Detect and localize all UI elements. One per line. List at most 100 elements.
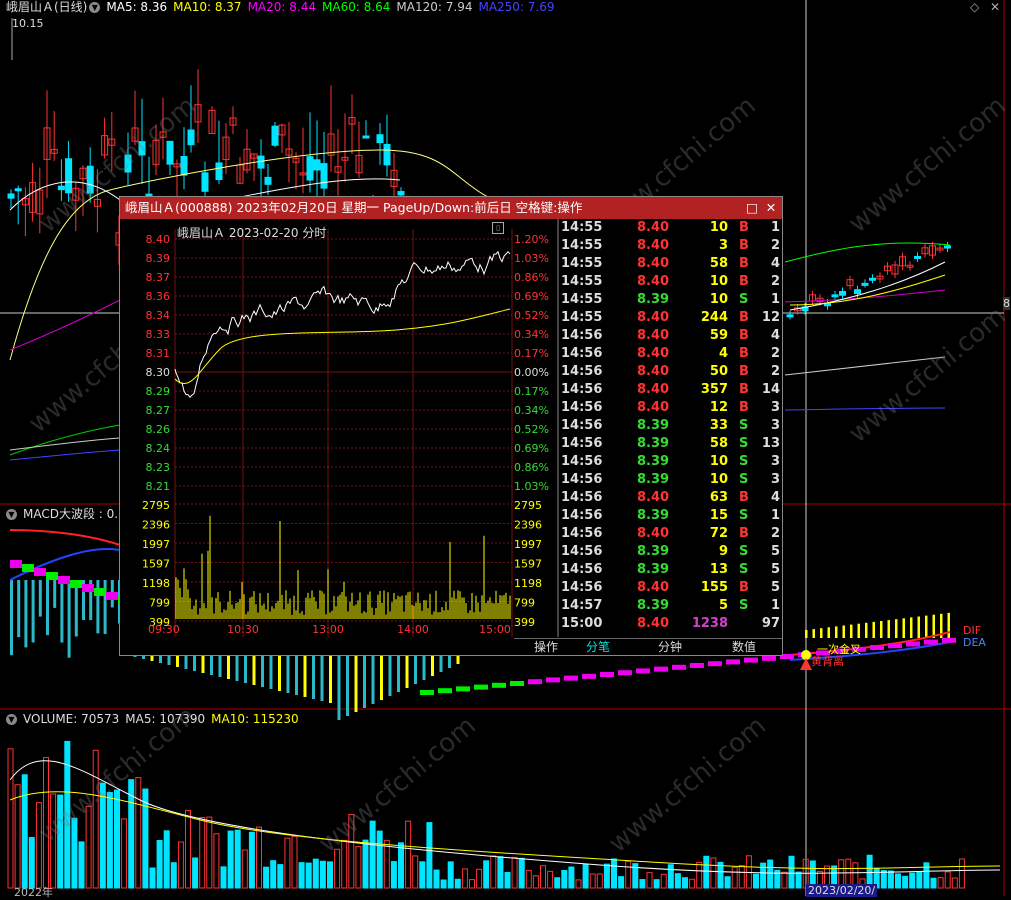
- tick-count: 3: [770, 400, 780, 415]
- volume-bar: [241, 849, 248, 889]
- diamond-icon[interactable]: ◇: [970, 0, 979, 14]
- tick-volume: 58: [709, 436, 728, 451]
- macd-step: [708, 661, 722, 667]
- tick-time: 14:56: [561, 436, 603, 451]
- tick-row: 14:56 8.40 63 B 4: [559, 489, 782, 507]
- tick-time: 14:56: [561, 580, 603, 595]
- volume-bar: [298, 862, 305, 889]
- volume-tick: 2396: [142, 519, 170, 532]
- volume-bar: [887, 870, 894, 889]
- tick-row: 14:55 8.40 58 B 4: [559, 255, 782, 273]
- tick-volume: 244: [700, 310, 728, 325]
- volume-bar: [149, 867, 156, 889]
- tick-volume: 10: [709, 454, 728, 469]
- close-icon[interactable]: ✕: [990, 0, 1000, 14]
- macd-bar: [857, 623, 860, 638]
- tick-time: 14:55: [561, 238, 603, 253]
- tick-direction: B: [739, 364, 749, 379]
- candle-body: [264, 176, 272, 185]
- macd-step: [600, 672, 614, 677]
- macd-bar: [38, 580, 42, 617]
- macd-step: [942, 637, 956, 643]
- macd-step: [492, 682, 506, 688]
- time-tick: 10:30: [227, 623, 259, 636]
- candle-body: [187, 129, 195, 146]
- price-tick: 8.36: [146, 290, 171, 303]
- tick-price: 8.39: [637, 436, 670, 451]
- volume-bar: [433, 869, 440, 889]
- macd-step: [762, 655, 776, 661]
- volume-bar: [937, 877, 944, 889]
- tick-count: 4: [770, 328, 780, 343]
- macd-bar: [24, 580, 28, 648]
- chevron-down-icon[interactable]: ▼: [6, 714, 17, 725]
- tab-values[interactable]: 数值: [712, 639, 776, 656]
- volume-bar: [589, 873, 596, 889]
- volume-bar: [540, 865, 546, 889]
- chevron-down-icon[interactable]: ▼: [6, 509, 17, 520]
- volume-bar: [781, 871, 788, 889]
- ma-line: [9, 424, 121, 456]
- macd-step: [420, 690, 434, 695]
- popup-title-bar[interactable]: 峨眉山Ａ(000888) 2023年02月20日 星期一 PageUp/Down…: [120, 197, 782, 219]
- macd-bar: [925, 615, 928, 638]
- volume-bar: [469, 879, 475, 889]
- macd-bar: [947, 612, 950, 638]
- volume-bar: [156, 839, 163, 889]
- macd-step: [474, 684, 488, 690]
- volume-tick: 1597: [514, 558, 542, 571]
- tick-volume: 10: [709, 274, 728, 289]
- candle-body: [839, 291, 846, 296]
- maximize-icon[interactable]: □: [744, 197, 760, 219]
- macd-bar: [895, 619, 898, 638]
- tick-time: 14:55: [561, 274, 603, 289]
- macd-bar: [812, 629, 815, 638]
- time-tick: 15:00: [479, 623, 511, 636]
- tick-volume: 13: [709, 562, 728, 577]
- tick-price: 8.40: [637, 310, 670, 325]
- volume-bar: [170, 862, 177, 889]
- volume-bar: [625, 860, 632, 889]
- price-tick: 8.26: [146, 423, 171, 436]
- volume-bar: [192, 857, 199, 889]
- volume-bar: [220, 866, 227, 889]
- volume-tick: 1997: [514, 538, 542, 551]
- chart-toggle-icon[interactable]: ▯: [492, 222, 504, 234]
- volume-label: VOLUME: 70573: [23, 712, 120, 726]
- tick-volume: 357: [700, 382, 728, 397]
- chevron-down-icon[interactable]: ▼: [89, 2, 101, 13]
- close-icon[interactable]: ✕: [763, 197, 779, 219]
- pct-tick: 0.86%: [514, 271, 549, 284]
- macd-bar: [388, 650, 392, 696]
- tick-direction: S: [739, 562, 749, 577]
- volume-bar: [476, 868, 483, 889]
- tick-count: 4: [770, 256, 780, 271]
- volume-bar: [227, 830, 234, 889]
- tick-row: 14:56 8.40 4 B 2: [559, 345, 782, 363]
- tab-minute[interactable]: 分钟: [638, 639, 702, 656]
- macd-step: [82, 584, 94, 592]
- tick-direction: B: [739, 580, 749, 595]
- macd-bar: [329, 650, 332, 703]
- volume-bar: [114, 789, 120, 889]
- volume-bar: [483, 860, 490, 889]
- tick-direction: B: [739, 382, 749, 397]
- tick-count: 1: [770, 292, 780, 307]
- price-tick: 8.23: [146, 461, 171, 474]
- volume-bar: [596, 873, 603, 889]
- candle-body: [14, 188, 22, 192]
- macd-bar: [74, 580, 78, 637]
- tick-direction: B: [739, 274, 749, 289]
- tab-trades[interactable]: 分笔: [566, 639, 630, 656]
- intraday-chart: 8.40 8.39 8.37 8.36 8.34 8.33 8.31 8.30 8.29 8.27…: [142, 219, 559, 637]
- ma-line: [784, 407, 946, 411]
- ma120-label: MA120: 7.94: [396, 0, 473, 14]
- tick-direction: B: [739, 526, 749, 541]
- candle-body: [180, 156, 188, 176]
- pct-tick: 1.03%: [514, 252, 549, 265]
- candle-body: [869, 277, 876, 281]
- ma-line: [9, 449, 121, 461]
- volume-tick: 799: [514, 597, 535, 610]
- macd-bar: [805, 630, 808, 638]
- macd-step: [10, 560, 22, 568]
